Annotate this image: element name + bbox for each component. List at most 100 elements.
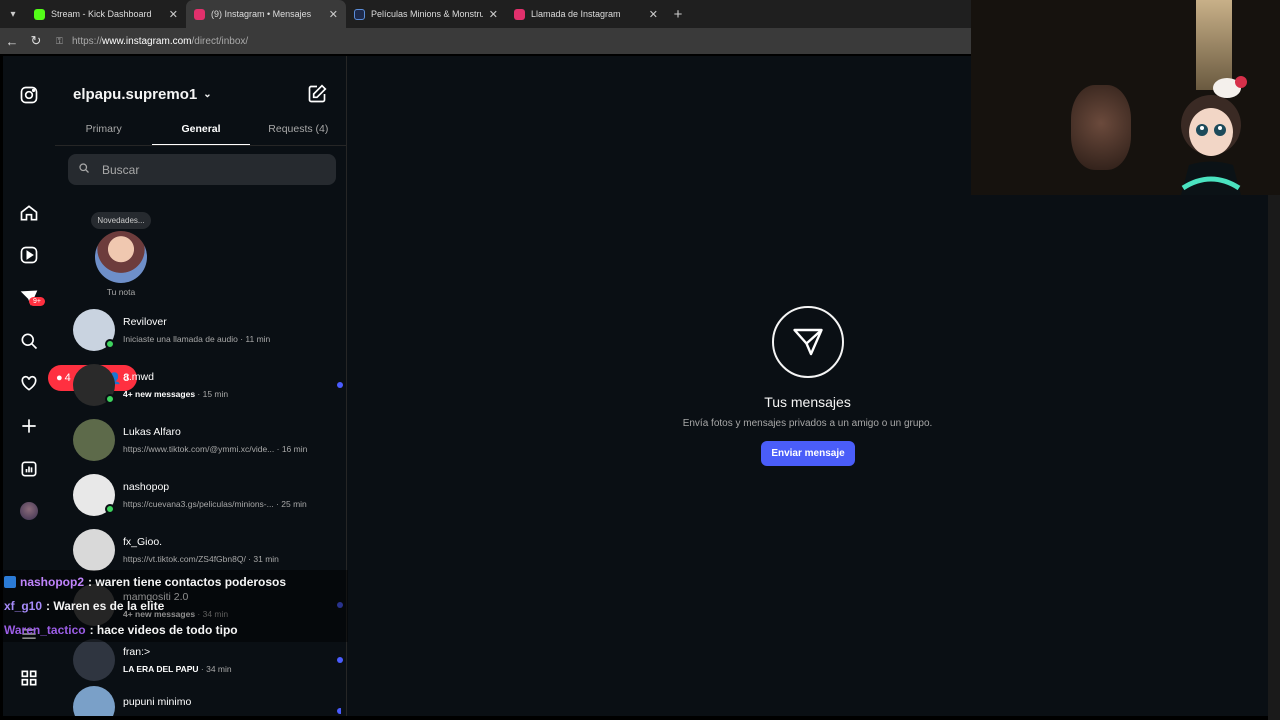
unread-dot (337, 708, 341, 714)
note-bubble: Novedades... (91, 212, 151, 229)
chat-text: : hace videos de todo tipo (89, 623, 238, 637)
chat-username: xf_g10 (4, 599, 43, 613)
chat-username: nashopop2 (20, 575, 85, 589)
online-indicator (105, 394, 115, 404)
url-prefix: https:// (72, 35, 103, 47)
tab-close-icon[interactable]: ✕ (489, 8, 498, 21)
chat-text: : waren tiene contactos poderosos (88, 575, 287, 589)
tab-primary[interactable]: Primary (55, 118, 152, 145)
heart-icon[interactable] (17, 371, 41, 395)
note-caption: Tu nota (106, 287, 136, 297)
more-icon[interactable] (17, 666, 41, 690)
online-indicator (105, 504, 115, 514)
webcam-overlay (971, 0, 1280, 195)
avatar (73, 364, 115, 406)
reload-icon[interactable]: ↻ (24, 33, 48, 49)
chat-username: Waren_tactico (4, 623, 86, 637)
conversation-item[interactable]: fran:> LA ERA DEL PAPU · 34 min (73, 636, 343, 684)
avatar (73, 529, 115, 571)
avatar (73, 686, 115, 716)
avatar (73, 474, 115, 516)
conversation-preview: LA ERA DEL PAPU · 34 min (123, 664, 232, 674)
tab-label: (9) Instagram • Mensajes (211, 9, 312, 19)
tab-instagram-mensajes[interactable]: (9) Instagram • Mensajes ✕ (186, 0, 346, 28)
avatar (73, 419, 115, 461)
conversation-preview: Iniciaste una llamada de audio · 11 min (123, 334, 271, 344)
create-icon[interactable] (17, 414, 41, 438)
unread-dot (337, 382, 343, 388)
conversation-name: Lukas Alfaro (123, 426, 181, 438)
new-tab-plus-icon[interactable]: + (666, 0, 690, 28)
back-arrow-icon[interactable]: ← (0, 34, 24, 49)
tab-close-icon[interactable]: ✕ (169, 8, 178, 21)
your-note[interactable]: Novedades... Tu nota (71, 210, 171, 297)
cuevana-favicon-icon (354, 8, 365, 20)
online-indicator (105, 339, 115, 349)
conversation-item[interactable]: nashopop https://cuevana3.gs/peliculas/m… (73, 471, 341, 519)
chat-message: Waren_tactico : hace videos de todo tipo (0, 618, 348, 642)
note-avatar (95, 231, 147, 283)
conversation-item[interactable]: fx_Gioo. https://vt.tiktok.com/ZS4fGbn8Q… (73, 526, 341, 574)
tab-peliculas[interactable]: Películas Minions & Monstruos (2( ✕ (346, 0, 506, 28)
home-icon[interactable] (17, 201, 41, 225)
kick-badge-icon (4, 576, 16, 588)
kick-favicon-icon (34, 8, 45, 20)
chat-message: nashopop2 : waren tiene contactos podero… (0, 570, 348, 594)
vtuber-avatar (1181, 76, 1247, 195)
empty-state-title: Tus mensajes (764, 394, 851, 410)
compose-icon[interactable] (307, 84, 327, 104)
search-placeholder: Buscar (102, 162, 140, 177)
streamer-webcam (1071, 85, 1131, 170)
url-host: www.instagram.com (102, 35, 192, 47)
account-switcher[interactable]: elpapu.supremo1 ⌄ (73, 86, 212, 103)
stream-chat-overlay: nashopop2 : waren tiene contactos podero… (0, 570, 348, 642)
tab-search-chevron-icon[interactable]: ▾ (0, 0, 26, 28)
url-field[interactable]: ⚿ https://www.instagram.com/direct/inbox… (56, 31, 972, 51)
tab-label: Llamada de Instagram (531, 9, 621, 19)
tab-kick-dashboard[interactable]: Stream - Kick Dashboard ✕ (26, 0, 186, 28)
search-icon[interactable] (17, 329, 41, 353)
search-icon (78, 162, 90, 177)
inbox-tabs: Primary General Requests (4) (55, 118, 347, 146)
messages-badge: 9+ (29, 297, 45, 306)
avatar (73, 309, 115, 351)
instagram-icon[interactable] (17, 83, 41, 107)
unread-dot (337, 657, 343, 663)
chat-message: xf_g10 : Waren es de la elite (0, 594, 348, 618)
chat-text: : Waren es de la elite (46, 599, 165, 613)
reels-icon[interactable] (17, 243, 41, 267)
chevron-down-icon: ⌄ (203, 89, 212, 100)
profile-avatar[interactable] (20, 502, 38, 520)
tab-close-icon[interactable]: ✕ (329, 8, 338, 21)
conversation-preview: https://www.tiktok.com/@ymmi.xc/vide... … (123, 444, 308, 454)
tab-close-icon[interactable]: ✕ (649, 8, 658, 21)
conversation-item[interactable]: a.mwd 4+ new messages · 15 min (73, 361, 343, 409)
conversation-name: nashopop (123, 481, 170, 493)
conversation-preview: https://cuevana3.gs/peliculas/minions-..… (123, 499, 307, 509)
conversation-name: fx_Gioo. (123, 536, 163, 548)
conversation-preview: https://vt.tiktok.com/ZS4fGbn8Q/ · 31 mi… (123, 554, 279, 564)
empty-state-subtitle: Envía fotos y mensajes privados a un ami… (682, 418, 933, 429)
url-path: /direct/inbox/ (191, 35, 249, 47)
conversation-name: Revilover (123, 316, 167, 328)
search-input[interactable]: Buscar (68, 154, 336, 185)
scrollbar-track (1268, 195, 1280, 720)
conversation-item[interactable]: Revilover Iniciaste una llamada de audio… (73, 306, 341, 354)
tab-label: Películas Minions & Monstruos (2( (371, 9, 483, 19)
conversation-item[interactable]: Lukas Alfaro https://www.tiktok.com/@ymm… (73, 416, 341, 464)
send-message-button[interactable]: Enviar mensaje (761, 441, 855, 466)
instagram-favicon-icon (514, 8, 525, 20)
address-bar: ← ↻ ⚿ https://www.instagram.com/direct/i… (0, 28, 972, 54)
avatar (73, 639, 115, 681)
tab-label: Stream - Kick Dashboard (51, 9, 152, 19)
conversation-item[interactable]: pupuni minimo (73, 686, 341, 716)
conversation-preview: 4+ new messages · 15 min (123, 389, 229, 399)
site-info-icon[interactable]: ⚿ (56, 36, 68, 47)
tab-llamada-instagram[interactable]: Llamada de Instagram ✕ (506, 0, 666, 28)
username: elpapu.supremo1 (73, 86, 198, 103)
tab-requests[interactable]: Requests (4) (250, 118, 347, 145)
messenger-send-icon (772, 306, 844, 378)
dashboard-icon[interactable] (17, 457, 41, 481)
tab-general[interactable]: General (152, 118, 250, 145)
instagram-favicon-icon (194, 8, 205, 20)
